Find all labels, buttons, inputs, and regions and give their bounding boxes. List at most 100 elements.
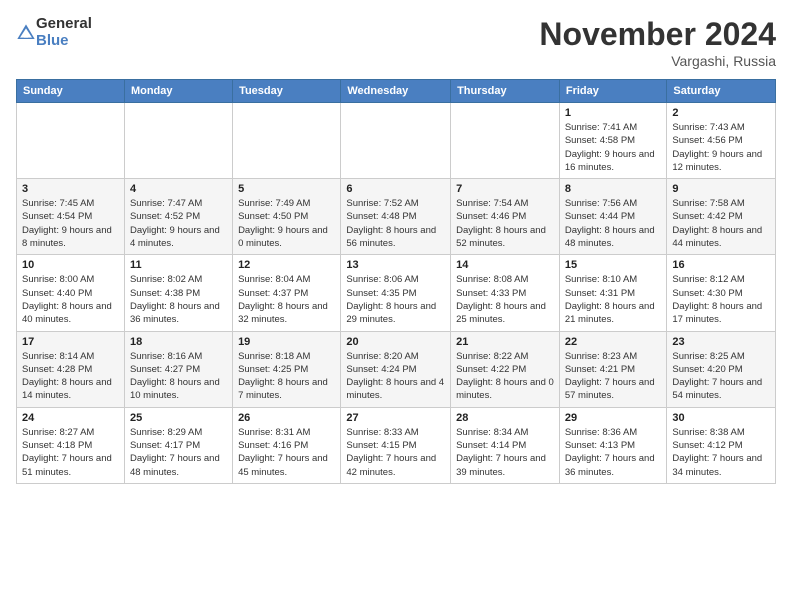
day-cell: 18Sunrise: 8:16 AM Sunset: 4:27 PM Dayli… (124, 331, 232, 407)
day-info: Sunrise: 7:41 AM Sunset: 4:58 PM Dayligh… (565, 121, 662, 174)
day-number: 17 (22, 336, 119, 348)
day-number: 4 (130, 183, 227, 195)
day-info: Sunrise: 8:18 AM Sunset: 4:25 PM Dayligh… (238, 350, 335, 403)
header-cell-sunday: Sunday (17, 80, 125, 103)
day-cell: 30 Sunrise: 8:38 AM Sunset: 4:12 PM Dayli… (667, 407, 776, 483)
day-info: Sunrise: 8:02 AM Sunset: 4:38 PM Dayligh… (130, 273, 227, 326)
day-number: 25 (130, 412, 227, 424)
day-info: Sunrise: 8:14 AM Sunset: 4:28 PM Dayligh… (22, 350, 119, 403)
day-number: 11 (130, 259, 227, 271)
day-number: 1 (565, 107, 662, 119)
day-number: 10 (22, 259, 119, 271)
day-cell: 11 Sunrise: 8:02 AM Sunset: 4:38 PM Dayli… (124, 255, 232, 331)
header: General Blue November 2024 Vargashi, Rus… (16, 16, 776, 69)
day-info: Sunrise: 8:16 AM Sunset: 4:27 PM Dayligh… (130, 350, 227, 403)
day-number: 16 (672, 259, 770, 271)
day-info: Sunrise: 7:43 AM Sunset: 4:56 PM Dayligh… (672, 121, 770, 174)
day-info: Sunrise: 8:31 AM Sunset: 4:16 PM Dayligh… (238, 426, 335, 479)
header-cell-monday: Monday (124, 80, 232, 103)
day-cell: 29 Sunrise: 8:36 AM Sunset: 4:13 PM Dayli… (559, 407, 667, 483)
day-number: 21 (456, 336, 554, 348)
day-number: 6 (346, 183, 445, 195)
day-cell: 20Sunrise: 8:20 AM Sunset: 4:24 PM Dayli… (341, 331, 451, 407)
day-info: Sunrise: 8:06 AM Sunset: 4:35 PM Dayligh… (346, 273, 445, 326)
logo-general: General (36, 16, 92, 33)
day-info: Sunrise: 8:23 AM Sunset: 4:21 PM Dayligh… (565, 350, 662, 403)
logo-icon (16, 23, 36, 43)
day-number: 27 (346, 412, 445, 424)
day-number: 9 (672, 183, 770, 195)
calendar-table: SundayMondayTuesdayWednesdayThursdayFrid… (16, 79, 776, 484)
calendar-header: SundayMondayTuesdayWednesdayThursdayFrid… (17, 80, 776, 103)
day-info: Sunrise: 8:38 AM Sunset: 4:12 PM Dayligh… (672, 426, 770, 479)
day-cell: 21 Sunrise: 8:22 AM Sunset: 4:22 PM Dayli… (451, 331, 560, 407)
day-info: Sunrise: 8:36 AM Sunset: 4:13 PM Dayligh… (565, 426, 662, 479)
calendar-body: 1 Sunrise: 7:41 AM Sunset: 4:58 PM Daylig… (17, 103, 776, 484)
day-cell: 7Sunrise: 7:54 AM Sunset: 4:46 PM Daylig… (451, 179, 560, 255)
day-number: 23 (672, 336, 770, 348)
month-title: November 2024 (539, 16, 776, 53)
day-cell: 2 Sunrise: 7:43 AM Sunset: 4:56 PM Daylig… (667, 103, 776, 179)
day-cell (233, 103, 341, 179)
logo: General Blue (16, 16, 92, 49)
day-cell: 1 Sunrise: 7:41 AM Sunset: 4:58 PM Daylig… (559, 103, 667, 179)
day-number: 24 (22, 412, 119, 424)
day-number: 29 (565, 412, 662, 424)
day-cell: 5 Sunrise: 7:49 AM Sunset: 4:50 PM Daylig… (233, 179, 341, 255)
header-cell-wednesday: Wednesday (341, 80, 451, 103)
day-info: Sunrise: 7:47 AM Sunset: 4:52 PM Dayligh… (130, 197, 227, 250)
day-cell (341, 103, 451, 179)
day-info: Sunrise: 8:08 AM Sunset: 4:33 PM Dayligh… (456, 273, 554, 326)
day-number: 28 (456, 412, 554, 424)
day-cell: 9 Sunrise: 7:58 AM Sunset: 4:42 PM Daylig… (667, 179, 776, 255)
day-number: 3 (22, 183, 119, 195)
day-cell: 15 Sunrise: 8:10 AM Sunset: 4:31 PM Dayli… (559, 255, 667, 331)
title-block: November 2024 Vargashi, Russia (539, 16, 776, 69)
day-info: Sunrise: 8:33 AM Sunset: 4:15 PM Dayligh… (346, 426, 445, 479)
day-number: 5 (238, 183, 335, 195)
day-cell: 3Sunrise: 7:45 AM Sunset: 4:54 PM Daylig… (17, 179, 125, 255)
logo-text: General Blue (36, 16, 92, 49)
day-cell: 25Sunrise: 8:29 AM Sunset: 4:17 PM Dayli… (124, 407, 232, 483)
day-info: Sunrise: 8:27 AM Sunset: 4:18 PM Dayligh… (22, 426, 119, 479)
day-cell: 4 Sunrise: 7:47 AM Sunset: 4:52 PM Daylig… (124, 179, 232, 255)
day-cell: 12 Sunrise: 8:04 AM Sunset: 4:37 PM Dayli… (233, 255, 341, 331)
day-cell: 14 Sunrise: 8:08 AM Sunset: 4:33 PM Dayli… (451, 255, 560, 331)
header-row: SundayMondayTuesdayWednesdayThursdayFrid… (17, 80, 776, 103)
day-number: 30 (672, 412, 770, 424)
day-info: Sunrise: 8:22 AM Sunset: 4:22 PM Dayligh… (456, 350, 554, 403)
week-row-4: 17 Sunrise: 8:14 AM Sunset: 4:28 PM Dayli… (17, 331, 776, 407)
day-number: 15 (565, 259, 662, 271)
day-number: 26 (238, 412, 335, 424)
day-cell: 10Sunrise: 8:00 AM Sunset: 4:40 PM Dayli… (17, 255, 125, 331)
day-number: 12 (238, 259, 335, 271)
header-cell-saturday: Saturday (667, 80, 776, 103)
day-info: Sunrise: 8:25 AM Sunset: 4:20 PM Dayligh… (672, 350, 770, 403)
day-cell: 13 Sunrise: 8:06 AM Sunset: 4:35 PM Dayli… (341, 255, 451, 331)
day-number: 14 (456, 259, 554, 271)
header-cell-thursday: Thursday (451, 80, 560, 103)
day-cell: 19Sunrise: 8:18 AM Sunset: 4:25 PM Dayli… (233, 331, 341, 407)
day-info: Sunrise: 7:52 AM Sunset: 4:48 PM Dayligh… (346, 197, 445, 250)
day-info: Sunrise: 7:49 AM Sunset: 4:50 PM Dayligh… (238, 197, 335, 250)
header-cell-friday: Friday (559, 80, 667, 103)
day-number: 2 (672, 107, 770, 119)
day-info: Sunrise: 8:34 AM Sunset: 4:14 PM Dayligh… (456, 426, 554, 479)
day-info: Sunrise: 8:10 AM Sunset: 4:31 PM Dayligh… (565, 273, 662, 326)
day-number: 22 (565, 336, 662, 348)
day-cell: 6 Sunrise: 7:52 AM Sunset: 4:48 PM Daylig… (341, 179, 451, 255)
day-cell: 8Sunrise: 7:56 AM Sunset: 4:44 PM Daylig… (559, 179, 667, 255)
day-cell: 27 Sunrise: 8:33 AM Sunset: 4:15 PM Dayli… (341, 407, 451, 483)
header-cell-tuesday: Tuesday (233, 80, 341, 103)
day-info: Sunrise: 7:58 AM Sunset: 4:42 PM Dayligh… (672, 197, 770, 250)
location: Vargashi, Russia (539, 53, 776, 69)
day-info: Sunrise: 8:12 AM Sunset: 4:30 PM Dayligh… (672, 273, 770, 326)
page: General Blue November 2024 Vargashi, Rus… (0, 0, 792, 612)
day-info: Sunrise: 8:04 AM Sunset: 4:37 PM Dayligh… (238, 273, 335, 326)
day-number: 13 (346, 259, 445, 271)
day-info: Sunrise: 8:20 AM Sunset: 4:24 PM Dayligh… (346, 350, 445, 403)
day-cell: 16 Sunrise: 8:12 AM Sunset: 4:30 PM Dayli… (667, 255, 776, 331)
day-info: Sunrise: 7:56 AM Sunset: 4:44 PM Dayligh… (565, 197, 662, 250)
week-row-1: 1 Sunrise: 7:41 AM Sunset: 4:58 PM Daylig… (17, 103, 776, 179)
day-cell: 26 Sunrise: 8:31 AM Sunset: 4:16 PM Dayli… (233, 407, 341, 483)
